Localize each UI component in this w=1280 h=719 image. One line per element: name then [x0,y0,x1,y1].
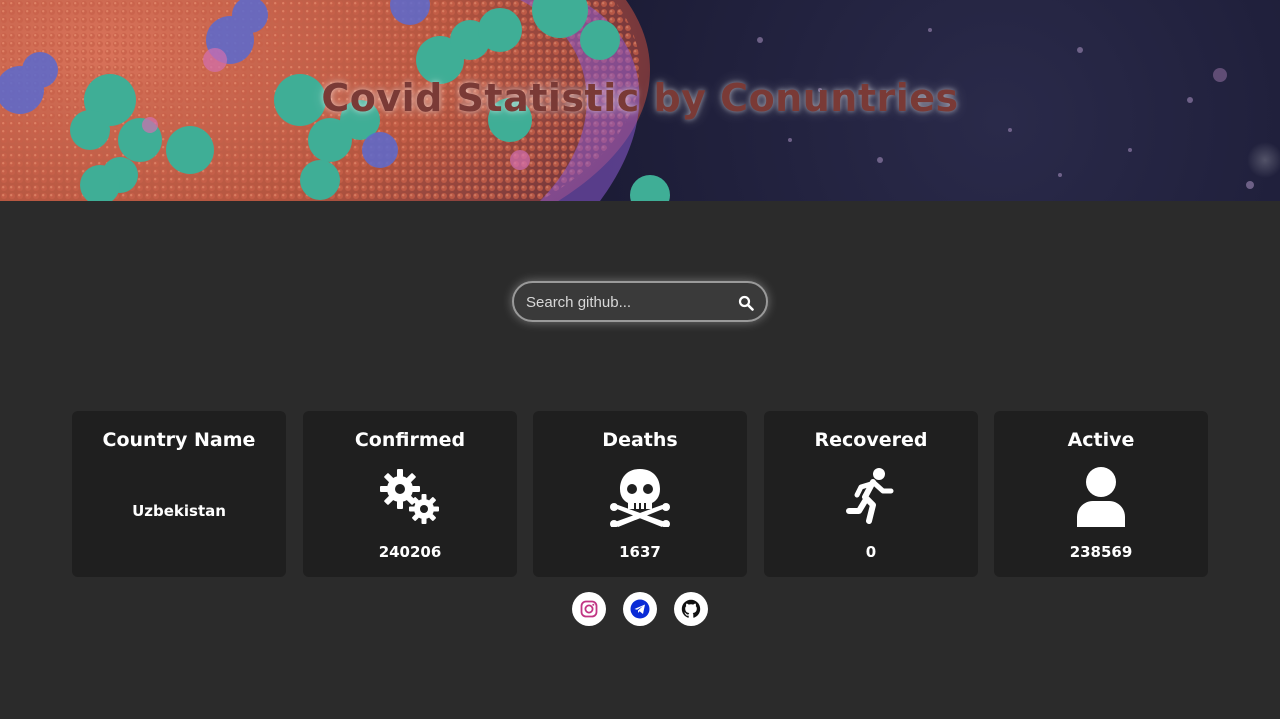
confirmed-card-title: Confirmed [354,429,466,451]
social-links [572,592,708,626]
skull-crossbones-icon [610,469,670,527]
country-name-value: Uzbekistan [132,502,226,520]
deaths-card: Deaths 1637 [533,411,747,577]
telegram-icon [630,599,650,619]
user-icon [1077,467,1125,527]
active-card-title: Active [1067,429,1135,451]
page-title: Covid Statistic by Conuntries [321,76,959,120]
confirmed-card: Confirmed 240206 [303,411,517,577]
instagram-icon [580,600,598,618]
github-link[interactable] [674,592,708,626]
search-icon[interactable] [738,295,754,311]
country-card: Country Name Uzbekistan [72,411,286,577]
recovered-card: Recovered 0 [764,411,978,577]
search-input[interactable] [526,291,726,313]
country-card-title: Country Name [102,429,256,451]
active-card: Active 238569 [994,411,1208,577]
search-box[interactable] [512,281,768,322]
running-person-icon [846,468,894,524]
github-icon [681,599,701,618]
active-value: 238569 [1069,543,1133,561]
deaths-value: 1637 [619,543,661,561]
recovered-card-title: Recovered [814,429,928,451]
deaths-card-title: Deaths [602,429,678,451]
confirmed-value: 240206 [378,543,442,561]
stats-cards: Country Name Uzbekistan Confirmed 240206… [72,411,1208,577]
instagram-link[interactable] [572,592,606,626]
telegram-link[interactable] [623,592,657,626]
recovered-value: 0 [865,543,877,561]
hero-banner: Covid Statistic by Conuntries [0,0,1280,201]
gears-icon [380,469,439,524]
